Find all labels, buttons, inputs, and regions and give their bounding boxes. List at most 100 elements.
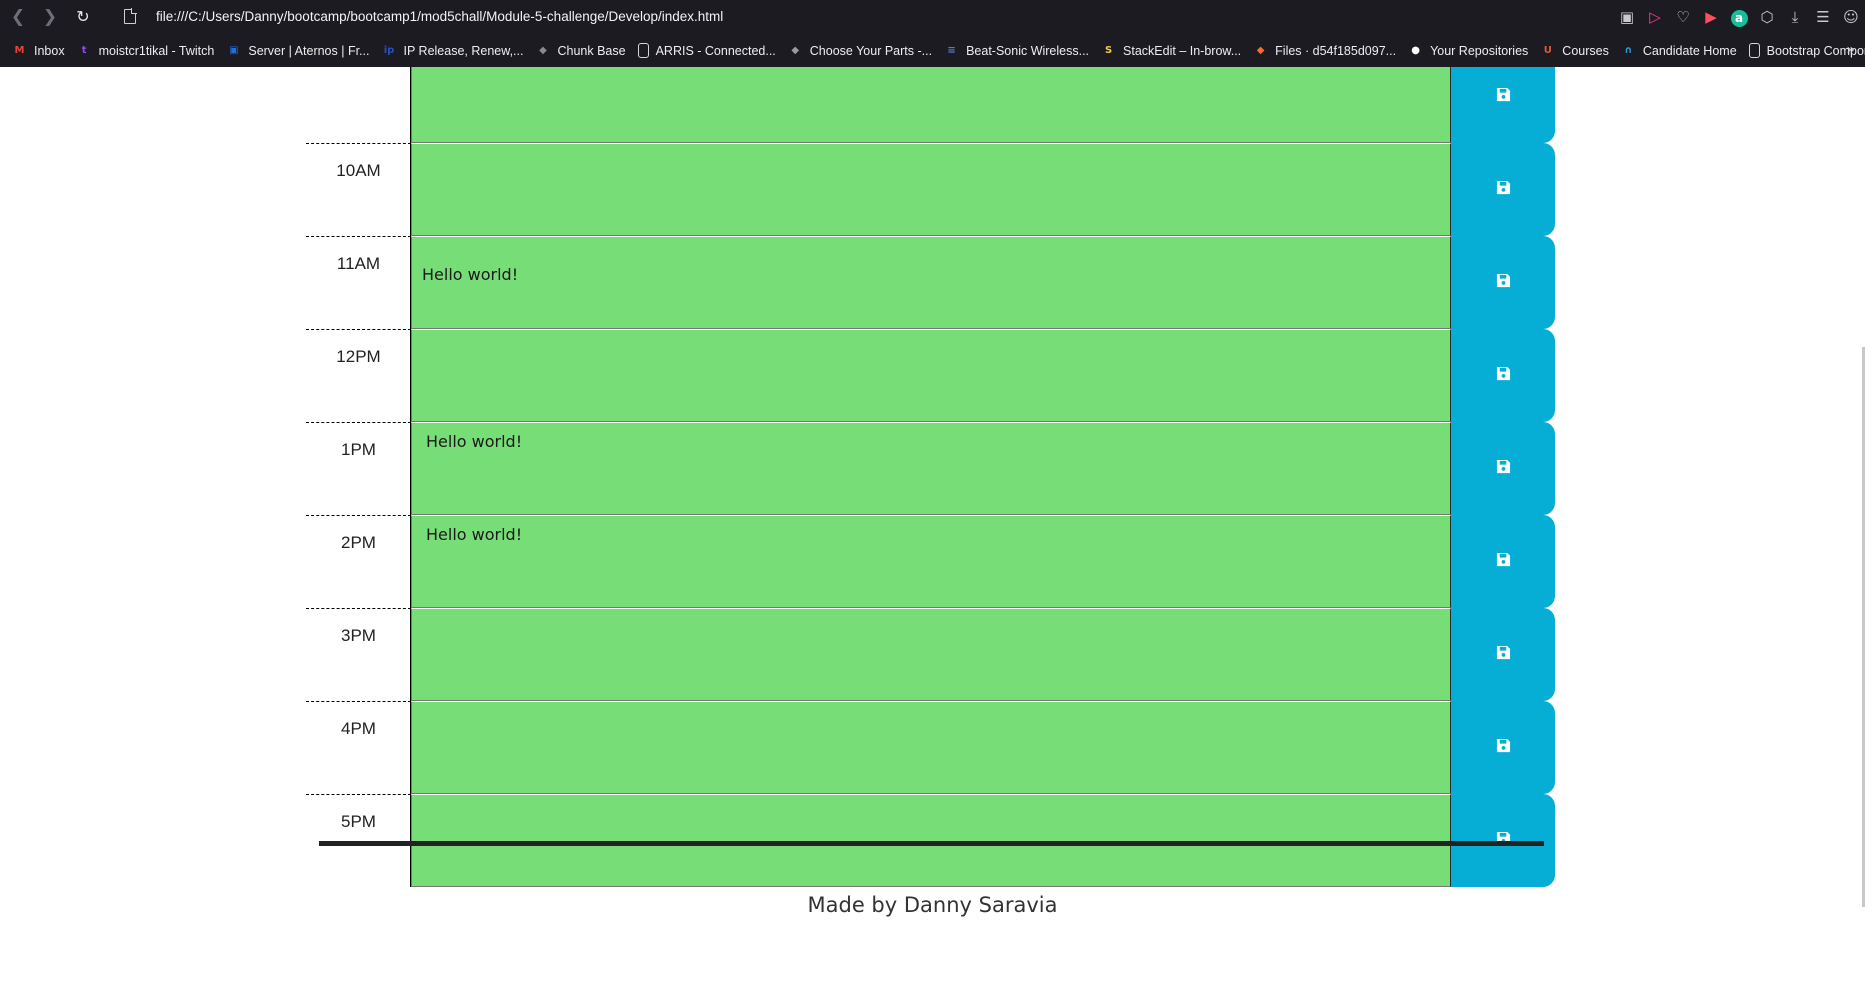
bookmark-label: Server | Aternos | Fr... (248, 43, 370, 58)
send-icon[interactable]: ▷ (1641, 8, 1669, 26)
bookmark-label: Candidate Home (1642, 43, 1737, 58)
github-icon: ● (1411, 45, 1420, 56)
bookmark-label: Beat-Sonic Wireless... (966, 43, 1090, 58)
hour-cell: 12PM (306, 329, 411, 422)
save-floppy-icon (1496, 459, 1511, 479)
bookmark-label: Your Repositories (1430, 43, 1529, 58)
download-icon[interactable]: ⤓ (1781, 8, 1809, 26)
hour-cell: 11AM (306, 236, 411, 329)
event-description-input[interactable] (411, 143, 1451, 236)
bookmark-item[interactable]: ∩ Candidate Home (1621, 43, 1737, 58)
forward-arrow-icon[interactable]: ❯ (40, 7, 60, 27)
save-button[interactable] (1451, 422, 1555, 515)
bookmark-label: StackEdit – In-brow... (1123, 43, 1242, 58)
browser-toolbar: ❮ ❯ ↻ file:///C:/Users/Danny/bootcamp/bo… (0, 0, 1865, 34)
bookmark-item[interactable]: ▣ Server | Aternos | Fr... (226, 43, 369, 58)
back-arrow-icon[interactable]: ❮ (8, 7, 28, 27)
bookmark-item[interactable]: M Inbox (12, 43, 65, 58)
time-block-row (306, 67, 1555, 143)
save-button[interactable] (1451, 329, 1555, 422)
hour-cell: 2PM (306, 515, 411, 608)
hour-label: 10AM (336, 161, 381, 180)
page-content: 10AM 11AM 12PM 1PM 2PM 3PM 4PM 5PM Made by Dann… (0, 67, 1865, 996)
save-button[interactable] (1451, 143, 1555, 236)
screenshot-icon[interactable]: ▣ (1613, 8, 1641, 26)
save-floppy-icon (1496, 552, 1511, 572)
gmail-icon: M (14, 45, 25, 56)
bookmark-item[interactable]: ARRIS - Connected... (637, 43, 776, 58)
save-button[interactable] (1451, 701, 1555, 794)
save-button[interactable] (1451, 236, 1555, 329)
save-button[interactable] (1451, 515, 1555, 608)
time-block-row: 2PM (306, 515, 1555, 608)
bookmarks-bar: M Inbox t moistcr1tikal - Twitch ▣ Server | A… (0, 34, 1865, 67)
document-icon (1748, 43, 1760, 58)
bookmark-item[interactable]: U Courses (1540, 43, 1609, 58)
chunkbase-icon: ◆ (539, 45, 547, 56)
save-floppy-icon (1496, 87, 1511, 107)
event-description-input[interactable] (411, 67, 1451, 143)
gitlab-icon: ◆ (1256, 45, 1265, 56)
bookmark-item[interactable]: ◆ Choose Your Parts -... (788, 43, 932, 58)
time-block-row: 10AM (306, 143, 1555, 236)
bookmark-label: Chunk Base (557, 43, 626, 58)
bookmark-item[interactable]: ◆ Files · d54f185d097... (1253, 43, 1396, 58)
event-description-input[interactable] (411, 236, 1451, 329)
save-floppy-icon (1496, 366, 1511, 386)
heart-icon[interactable]: ♡ (1669, 8, 1697, 26)
bookmark-item[interactable]: ● Your Repositories (1408, 43, 1528, 58)
save-floppy-icon (1496, 645, 1511, 665)
hour-label: 12PM (336, 347, 381, 366)
event-description-input[interactable] (411, 422, 1451, 515)
event-description-input[interactable] (411, 608, 1451, 701)
cube-icon[interactable]: ⬡ (1753, 8, 1781, 26)
bookmark-label: IP Release, Renew,... (403, 43, 524, 58)
ip-icon: ip (383, 45, 395, 56)
document-icon (637, 43, 649, 58)
schedule-bottom-border (319, 841, 1544, 846)
hour-label: 4PM (341, 719, 376, 738)
hour-cell: 10AM (306, 143, 411, 236)
time-block-row: 11AM (306, 236, 1555, 329)
menu-icon[interactable]: ☰ (1809, 8, 1837, 26)
save-button[interactable] (1451, 608, 1555, 701)
save-button[interactable] (1451, 67, 1555, 143)
account-badge-icon[interactable]: a (1725, 8, 1753, 27)
bookmark-label: Courses (1562, 43, 1609, 58)
address-bar[interactable]: file:///C:/Users/Danny/bootcamp/bootcamp… (156, 9, 723, 24)
candidate-icon: ∩ (1624, 45, 1633, 56)
hour-cell: 3PM (306, 608, 411, 701)
profile-icon[interactable]: ☺ (1837, 8, 1865, 26)
footer-credit: Made by Danny Saravia (807, 893, 1058, 917)
reload-icon[interactable]: ↻ (73, 7, 93, 27)
bookmark-label: Choose Your Parts -... (809, 43, 933, 58)
aternos-icon: ▣ (229, 45, 239, 56)
bookmark-label: moistcr1tikal - Twitch (98, 43, 215, 58)
bookmark-item[interactable]: S StackEdit – In-brow... (1101, 43, 1241, 58)
toolbar-extensions: ▣ ▷ ♡ ▶ a ⬡ ⤓ ☰ ☺ (1613, 6, 1865, 28)
bookmark-item[interactable]: t moistcr1tikal - Twitch (77, 43, 215, 58)
time-block-row: 3PM (306, 608, 1555, 701)
local-file-icon (124, 8, 137, 24)
bookmark-label: Inbox (34, 43, 65, 58)
hour-cell: 4PM (306, 701, 411, 794)
time-block-row: 4PM (306, 701, 1555, 794)
hour-cell (306, 67, 411, 143)
more-bookmarks-chevron-icon[interactable]: » (1846, 42, 1855, 58)
event-description-input[interactable] (411, 329, 1451, 422)
extension-icon[interactable]: ▶ (1697, 8, 1725, 26)
time-block-row: 1PM (306, 422, 1555, 515)
hour-label: 11AM (336, 254, 381, 273)
bookmark-label: ARRIS - Connected... (655, 43, 776, 58)
bookmark-item[interactable]: ip IP Release, Renew,... (381, 43, 524, 58)
hour-label: 5PM (341, 812, 376, 831)
pcpartpicker-icon: ◆ (791, 45, 800, 56)
bookmark-item[interactable]: ◆ Chunk Base (535, 43, 625, 58)
twitch-icon: t (81, 45, 87, 56)
bookmark-item[interactable]: ≡ Beat-Sonic Wireless... (944, 43, 1089, 58)
courses-icon: U (1543, 45, 1552, 56)
event-description-input[interactable] (411, 701, 1451, 794)
hour-label: 2PM (341, 533, 376, 552)
event-description-input[interactable] (411, 515, 1451, 608)
hour-cell: 1PM (306, 422, 411, 515)
